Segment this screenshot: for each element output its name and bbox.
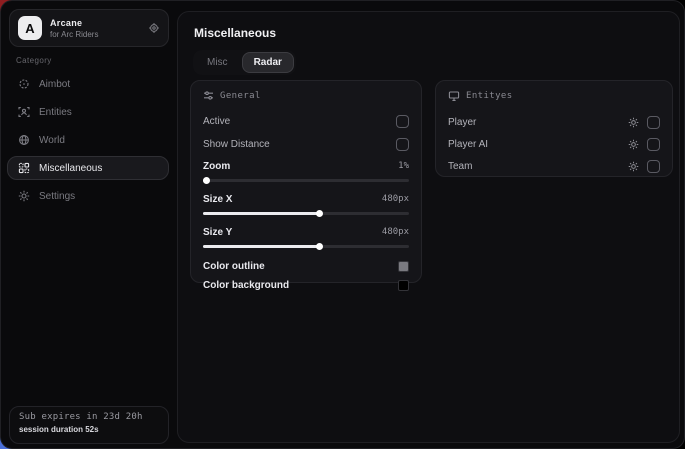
brand-card: A Arcane for Arc Riders (9, 9, 169, 47)
entity-row-team: Team (448, 155, 660, 177)
slider-value: 480px (382, 194, 409, 204)
sliders-icon (203, 90, 214, 101)
team-checkbox[interactable] (647, 160, 660, 173)
sidebar-item-label: Miscellaneous (39, 163, 102, 174)
sidebar-item-label: Entities (39, 107, 72, 118)
color-label: Color background (203, 280, 289, 291)
entity-row-player: Player (448, 111, 660, 133)
sub-expiry-text: Sub expires in 23d 20h (19, 412, 159, 422)
sidebar-item-world[interactable]: World (7, 128, 169, 152)
main-panel: Miscellaneous Misc Radar General Active … (177, 11, 680, 443)
zoom-slider[interactable] (203, 179, 409, 182)
entities-panel-header: Entityes (448, 90, 660, 102)
slider-thumb[interactable] (316, 210, 323, 217)
entities-icon (18, 106, 30, 118)
size-x-slider[interactable] (203, 212, 409, 215)
entity-row-player-ai: Player AI (448, 133, 660, 155)
slider-label: Size Y (203, 227, 232, 238)
brand-text: Arcane for Arc Riders (50, 18, 148, 39)
sidebar-item-label: Settings (39, 191, 75, 202)
entity-label: Player (448, 117, 476, 128)
brand-subtitle: for Arc Riders (50, 30, 148, 39)
slider-value: 480px (382, 227, 409, 237)
grid-icon (18, 162, 30, 174)
sidebar-item-entities[interactable]: Entities (7, 100, 169, 124)
player-ai-checkbox[interactable] (647, 138, 660, 151)
player-config-gear-icon[interactable] (628, 117, 639, 128)
general-panel: General Active Show Distance Zoom 1% (190, 80, 422, 283)
brand-title: Arcane (50, 18, 148, 28)
player-ai-config-gear-icon[interactable] (628, 139, 639, 150)
entities-panel-title: Entityes (466, 91, 513, 101)
slider-row-size-x: Size X 480px (203, 191, 409, 215)
slider-row-size-y: Size Y 480px (203, 224, 409, 248)
page-title: Miscellaneous (194, 26, 276, 40)
toggle-label: Show Distance (203, 139, 270, 150)
sidebar: A Arcane for Arc Riders Category (1, 1, 176, 448)
slider-thumb[interactable] (316, 243, 323, 250)
gear-icon (18, 190, 30, 202)
color-row-outline: Color outline (203, 257, 409, 276)
color-outline-swatch[interactable] (398, 261, 409, 272)
sidebar-nav: Aimbot Entities World (7, 72, 169, 208)
slider-value: 1% (398, 161, 409, 171)
slider-row-zoom: Zoom 1% (203, 158, 409, 182)
sidebar-item-label: World (39, 135, 65, 146)
brand-settings-icon[interactable] (148, 22, 160, 34)
sidebar-item-label: Aimbot (39, 79, 70, 90)
toggle-row-active: Active (203, 110, 409, 133)
sidebar-item-aimbot[interactable]: Aimbot (7, 72, 169, 96)
sidebar-item-miscellaneous[interactable]: Miscellaneous (7, 156, 169, 180)
entities-panel: Entityes Player Player AI (435, 80, 673, 177)
tab-misc[interactable]: Misc (195, 52, 240, 73)
color-background-swatch[interactable] (398, 280, 409, 291)
monitor-icon (448, 90, 460, 102)
category-label: Category (16, 56, 52, 65)
color-row-background: Color background (203, 276, 409, 295)
slider-label: Size X (203, 194, 232, 205)
team-config-gear-icon[interactable] (628, 161, 639, 172)
brand-logo: A (18, 16, 42, 40)
general-panel-title: General (220, 91, 261, 101)
globe-icon (18, 134, 30, 146)
slider-label: Zoom (203, 161, 230, 172)
slider-fill (203, 212, 320, 215)
slider-fill (203, 179, 207, 182)
toggle-row-show-distance: Show Distance (203, 133, 409, 156)
show-distance-checkbox[interactable] (396, 138, 409, 151)
session-duration-text: session duration 52s (19, 425, 159, 434)
color-label: Color outline (203, 261, 265, 272)
toggle-label: Active (203, 116, 230, 127)
size-y-slider[interactable] (203, 245, 409, 248)
active-checkbox[interactable] (396, 115, 409, 128)
entity-label: Team (448, 161, 472, 172)
entity-label: Player AI (448, 139, 488, 150)
subscription-card: Sub expires in 23d 20h session duration … (9, 406, 169, 444)
general-panel-header: General (203, 90, 409, 101)
slider-thumb[interactable] (203, 177, 210, 184)
tab-radar[interactable]: Radar (242, 52, 294, 73)
app-window: A Arcane for Arc Riders Category (0, 0, 685, 449)
sidebar-item-settings[interactable]: Settings (7, 184, 169, 208)
slider-fill (203, 245, 320, 248)
tab-bar: Misc Radar (193, 50, 296, 75)
player-checkbox[interactable] (647, 116, 660, 129)
crosshair-icon (18, 78, 30, 90)
